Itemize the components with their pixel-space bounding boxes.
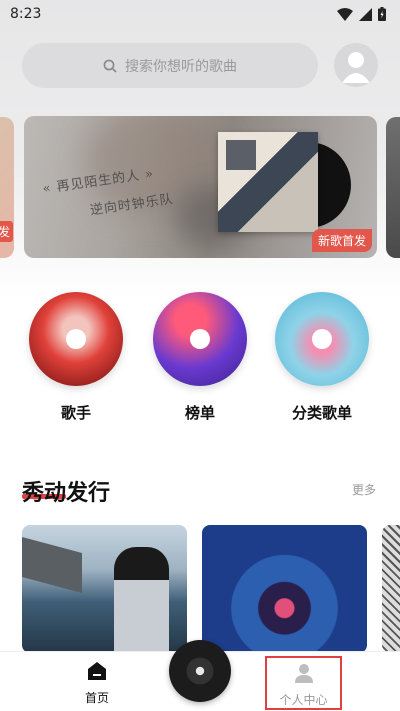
card-artwork xyxy=(22,536,82,594)
category-singers[interactable]: 歌手 xyxy=(26,292,126,423)
category-label: 歌手 xyxy=(60,404,91,422)
playlists-disc-icon xyxy=(275,292,369,386)
banner-next-peek[interactable] xyxy=(386,117,400,258)
status-bar: 8:23 xyxy=(0,0,400,28)
card-artwork xyxy=(114,547,169,653)
search-placeholder: 搜索你想听的歌曲 xyxy=(125,58,237,75)
wifi-icon xyxy=(337,7,353,21)
category-label: 榜单 xyxy=(184,404,215,422)
new-release-badge: 新歌首发 xyxy=(312,229,373,252)
more-link[interactable]: 更多 xyxy=(352,481,376,498)
tab-home[interactable]: 首页 xyxy=(58,656,136,710)
category-charts[interactable]: 榜单 xyxy=(150,292,250,423)
tab-profile-label: 个人中心 xyxy=(279,693,328,707)
status-time: 8:23 xyxy=(10,6,42,22)
singers-disc-icon xyxy=(29,292,123,386)
release-card[interactable] xyxy=(22,525,187,653)
status-icons xyxy=(337,7,386,21)
search-icon xyxy=(103,59,117,73)
tab-home-label: 首页 xyxy=(84,691,109,705)
banner-previous-tag: 发 xyxy=(0,221,13,242)
user-icon xyxy=(342,52,370,83)
search-input[interactable]: 搜索你想听的歌曲 xyxy=(22,43,318,88)
section-title: 秀动发行 xyxy=(22,481,111,506)
tab-profile[interactable]: 个人中心 xyxy=(265,656,342,710)
charts-disc-icon xyxy=(153,292,247,386)
category-playlists[interactable]: 分类歌单 xyxy=(272,292,372,423)
user-avatar[interactable] xyxy=(334,43,378,87)
home-icon xyxy=(88,662,106,680)
now-playing-disc[interactable] xyxy=(169,640,231,702)
release-card-peek[interactable] xyxy=(382,525,400,653)
category-label: 分类歌单 xyxy=(291,404,352,422)
person-icon xyxy=(294,664,313,683)
banner-album-cover xyxy=(218,132,318,232)
release-card[interactable] xyxy=(202,525,367,653)
banner-previous-peek[interactable]: 发 xyxy=(0,117,14,258)
cellular-signal-icon xyxy=(359,7,372,21)
battery-icon xyxy=(378,7,386,21)
